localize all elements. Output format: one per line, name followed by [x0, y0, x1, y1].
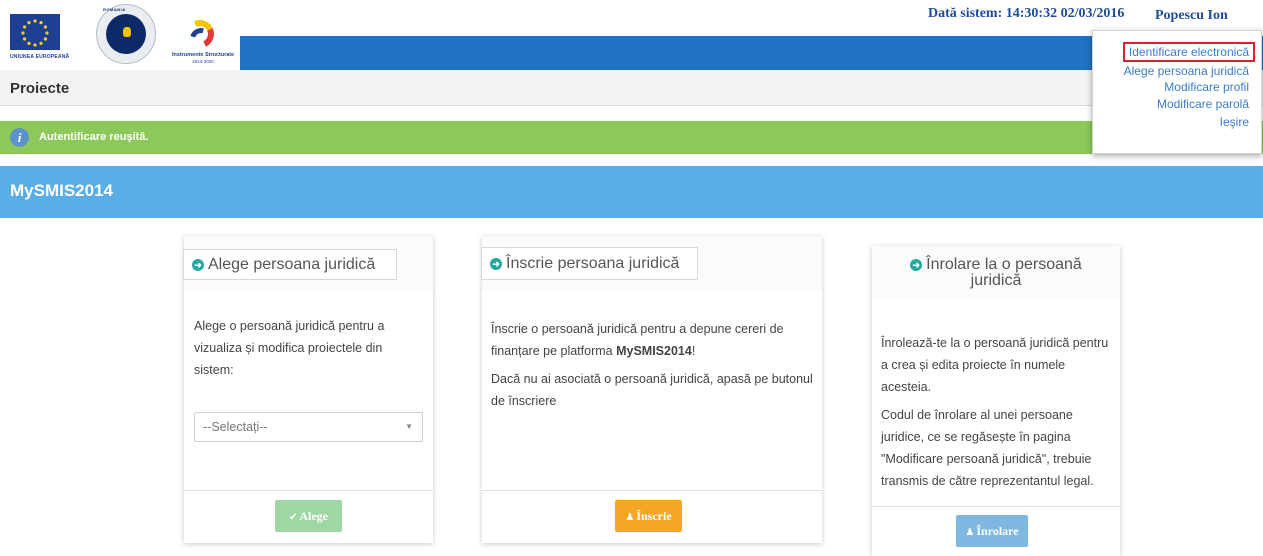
card-title: ➜ Înscrie persoana juridică [481, 247, 698, 280]
page-title: Proiecte [10, 80, 70, 97]
header-logos: UNIUNEA EUROPEANĂ ROMANIA Instrumente St… [10, 4, 242, 68]
card-alege-persoana: ➜ Alege persoana juridică Alege o persoan… [183, 236, 433, 543]
page-title-bar [0, 70, 1263, 106]
menu-item-modificare-parola[interactable]: Modificare parolă [1157, 97, 1249, 111]
eu-logo-label: UNIUNEA EUROPEANĂ [10, 54, 70, 60]
card-description: Înscrie o persoană juridică pentru a dep… [491, 322, 784, 358]
is-logo-years: 2014-2020 [192, 59, 214, 64]
card-title: ➜ Alege persoana juridică [183, 249, 397, 280]
persoana-juridica-select[interactable]: --Selectați-- ▼ [194, 412, 423, 442]
card-inscrie-persoana: ➜ Înscrie persoana juridică Înscrie o per… [481, 236, 822, 543]
select-value: --Selectați-- [203, 420, 268, 434]
menu-item-modificare-profil[interactable]: Modificare profil [1164, 80, 1249, 94]
card-footer: ♟ Înrolare [872, 506, 1120, 556]
inscrie-button[interactable]: ♟ Înscrie [615, 500, 682, 532]
menu-item-alege-persoana-juridica[interactable]: Alege persoana juridică [1124, 64, 1249, 78]
instrumente-structurale-logo: Instrumente Structurale 2014-2020 [168, 8, 238, 68]
success-alert: i Autentificare reuşită. [0, 121, 1263, 154]
card-body: Înscrie o persoană juridică pentru a dep… [491, 318, 816, 412]
romania-logo-banner: ROMANIA [103, 7, 126, 12]
card-description: Înrolează-te la o persoană juridică pent… [881, 336, 1109, 394]
romania-government-logo: ROMANIA [96, 4, 156, 64]
alege-button[interactable]: ✔ Alege [275, 500, 342, 532]
card-inrolare: ➜ Înrolare la o persoană juridică Înrolea… [872, 246, 1120, 556]
card-footer: ♟ Înscrie [482, 490, 822, 543]
card-hint: Dacă nu ai asociată o persoană juridică,… [491, 372, 813, 408]
card-body: Înrolează-te la o persoană juridică pent… [881, 332, 1116, 492]
card-hint: Codul de înrolare al unei persoane jurid… [881, 408, 1094, 488]
card-body: Alege o persoană juridică pentru a vizua… [194, 315, 422, 381]
user-icon: ♟ [965, 527, 975, 538]
is-logo-title: Instrumente Structurale [171, 52, 235, 58]
check-icon: ✔ [288, 512, 298, 523]
user-dropdown-menu: Identificare electronică Alege persoana … [1092, 30, 1262, 154]
system-date: Dată sistem: 14:30:32 02/03/2016 [928, 6, 1125, 21]
section-header [0, 166, 1263, 218]
menu-item-iesire[interactable]: Ieşire [1220, 115, 1249, 129]
circle-arrow-right-icon: ➜ [910, 259, 923, 271]
card-description: Alege o persoană juridică pentru a vizua… [194, 319, 385, 377]
alert-message: Autentificare reuşită. [39, 131, 149, 143]
user-name-menu-toggle[interactable]: Popescu Ion [1155, 8, 1228, 24]
card-footer: ✔ Alege [184, 490, 433, 543]
card-title: ➜ Înrolare la o persoană juridică [872, 246, 1120, 298]
menu-item-identificare-electronica[interactable]: Identificare electronică [1122, 42, 1255, 62]
chevron-down-icon: ▼ [405, 422, 413, 431]
circle-arrow-right-icon: ➜ [490, 258, 502, 270]
eu-flag-logo [10, 14, 60, 50]
user-icon: ♟ [625, 512, 635, 523]
section-title: MySMIS2014 [10, 181, 113, 200]
inrolare-button[interactable]: ♟ Înrolare [956, 515, 1028, 547]
circle-arrow-right-icon: ➜ [192, 259, 204, 271]
info-icon: i [10, 128, 29, 147]
